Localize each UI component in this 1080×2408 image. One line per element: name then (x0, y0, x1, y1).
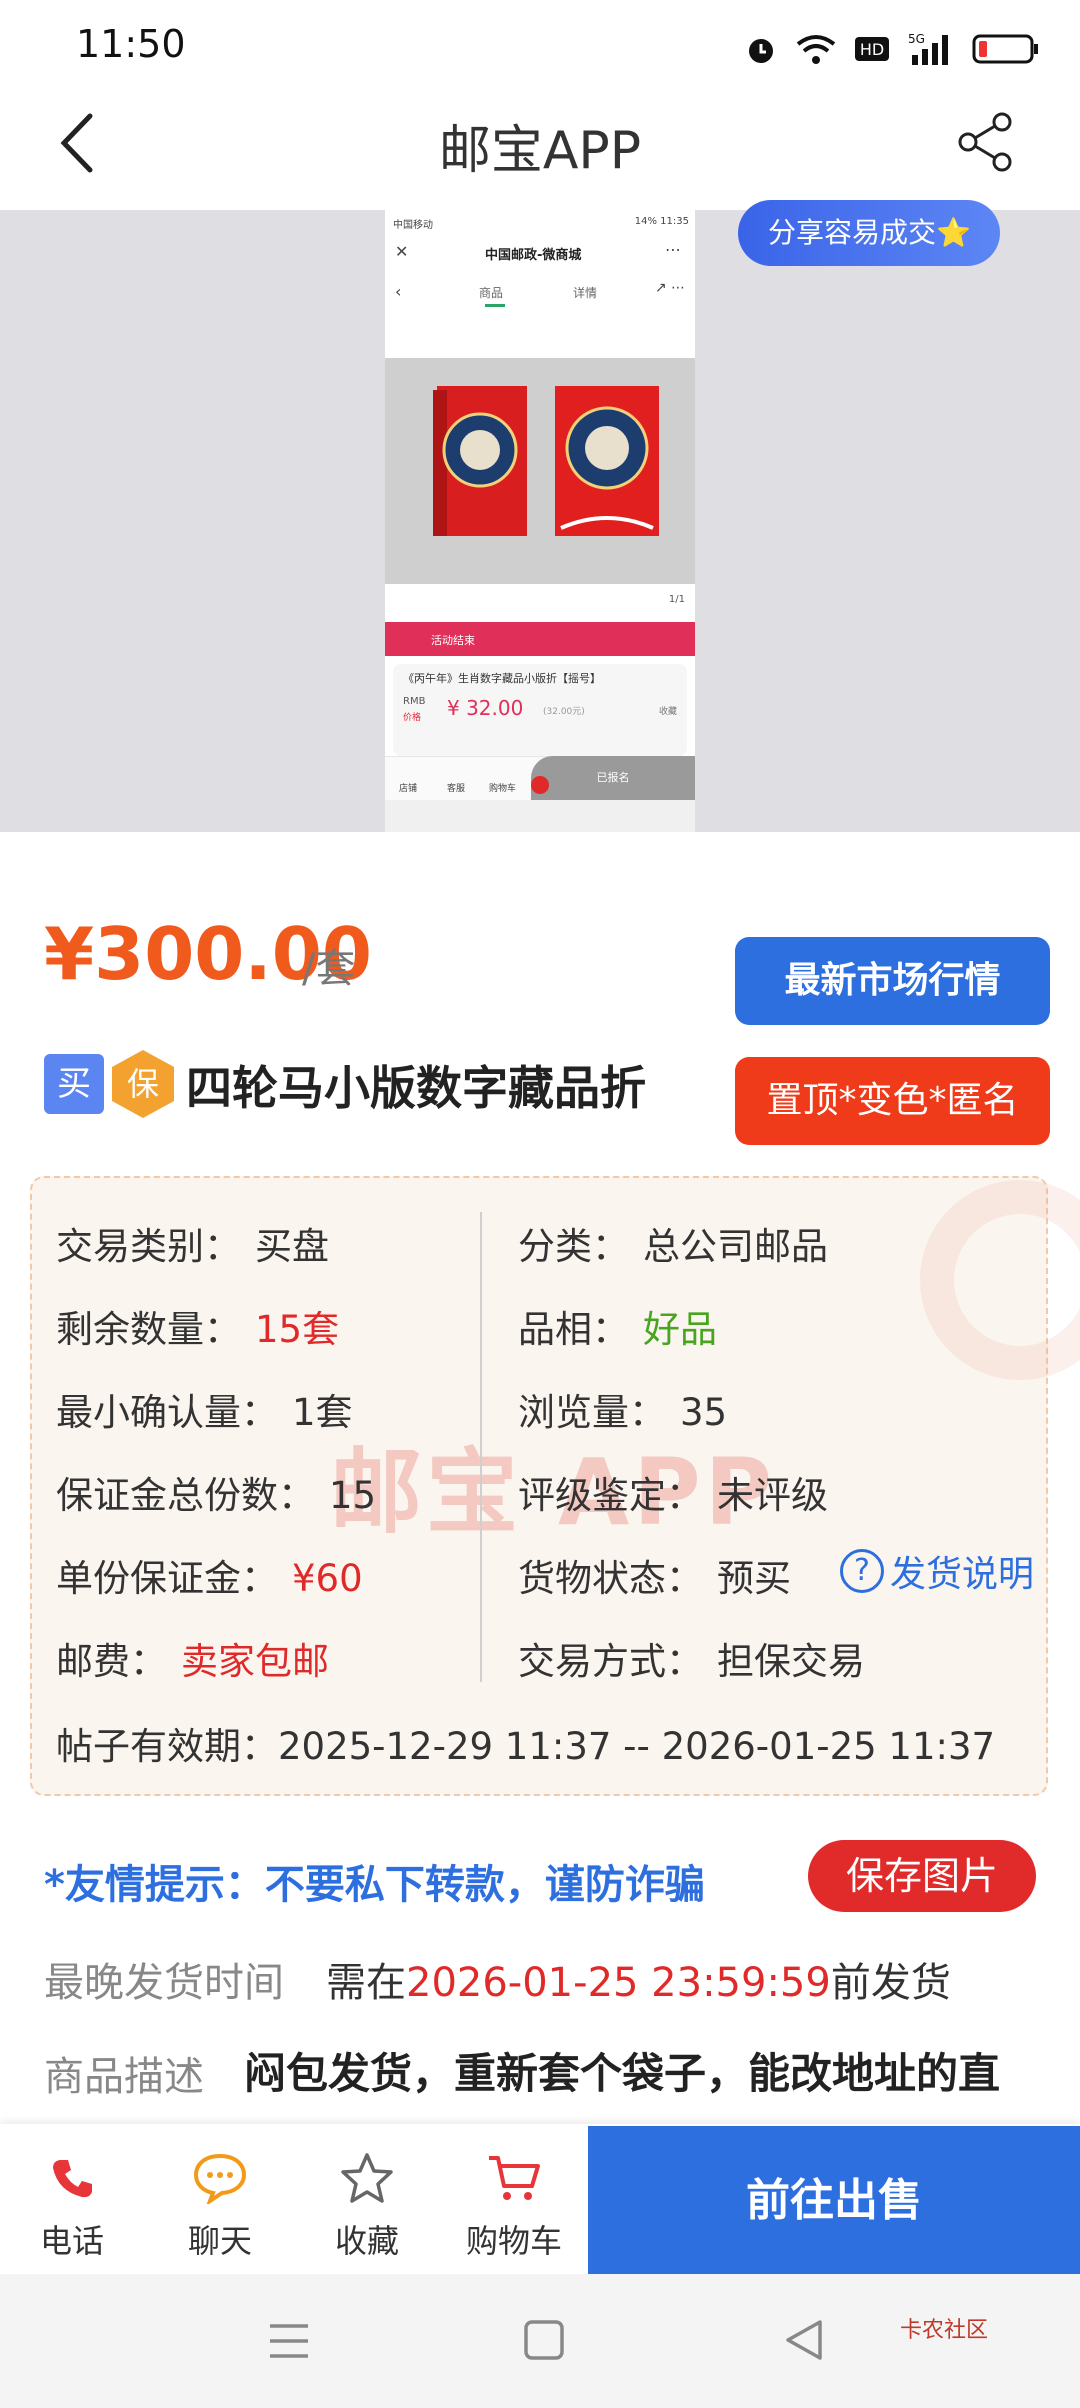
screenshot-currency: RMB (403, 696, 426, 707)
signal-5g-icon: 5G (908, 32, 948, 65)
info-validity: 帖子有效期：2025-12-29 11:37 -- 2026-01-25 11:… (56, 1725, 996, 1768)
watermark-logo: 卡农社区 (900, 2318, 989, 2343)
shipping-help-label: 发货说明 (890, 1554, 1035, 1595)
screenshot-cart: 购物车 (489, 784, 517, 794)
chat-icon (193, 2153, 247, 2204)
go-sell-button[interactable]: 前往出售 (588, 2126, 1080, 2276)
screenshot-back-icon: ‹ (395, 282, 402, 301)
phone-button[interactable]: 电话 (12, 2148, 132, 2262)
screenshot-nav-bar (385, 800, 695, 832)
screenshot-product-title: 《丙午年》生肖数字藏品小版折【摇号】 (403, 672, 601, 685)
info-trade-type: 交易类别： 买盘 (56, 1225, 329, 1268)
screenshot-service: 客服 (447, 784, 466, 794)
screenshot-enrolled: 已报名 (531, 756, 695, 800)
svg-text:5G: 5G (908, 32, 925, 46)
phone-label: 电话 (39, 2222, 104, 2260)
screenshot-mall-title: 中国邮政-微商城 (485, 248, 582, 263)
star-icon (341, 2153, 393, 2203)
info-min-confirm: 最小确认量： 1套 (56, 1391, 353, 1434)
screenshot-product-card: 《丙午年》生肖数字藏品小版折【摇号】 RMB 价格 ¥ 32.00 (32.00… (393, 664, 687, 756)
info-trade-method: 交易方式： 担保交易 (518, 1640, 865, 1683)
screenshot-tab-detail: 详情 (573, 286, 598, 300)
item-title: 四轮马小版数字藏品折 (186, 1061, 646, 1115)
alarm-icon (749, 39, 773, 63)
info-grading: 评级鉴定： 未评级 (518, 1474, 828, 1517)
question-icon: ? (840, 1549, 884, 1593)
info-postage: 邮费： 卖家包邮 (56, 1640, 329, 1683)
product-screenshot[interactable]: 中国移动 14% 11:35 ✕ 中国邮政-微商城 ⋯ ‹ 商品 详情 ↗ ⋯ … (385, 210, 695, 832)
status-icons: HD 5G (744, 24, 1040, 74)
info-category: 分类： 总公司邮品 (518, 1225, 828, 1268)
cart-label: 购物车 (465, 2222, 562, 2260)
screenshot-price-small: (32.00元) (543, 707, 585, 717)
screenshot-toolbar-icons: ↗ ⋯ (654, 280, 685, 296)
favorite-label: 收藏 (334, 2222, 399, 2260)
favorite-button[interactable]: 收藏 (307, 2148, 427, 2262)
status-time: 11:50 (76, 22, 186, 66)
share-badge[interactable]: 分享容易成交⭐ (738, 200, 1000, 266)
info-condition: 品相： 好品 (518, 1308, 717, 1351)
save-image-button[interactable]: 保存图片 (808, 1840, 1036, 1912)
page-title: 邮宝APP (438, 121, 642, 181)
info-remaining: 剩余数量： 15套 (56, 1308, 340, 1351)
screenshot-status: 14% 11:35 (634, 216, 689, 227)
home-icon[interactable] (522, 2318, 566, 2362)
ship-deadline-text: 需在2026-01-25 23:59:59前发货 (326, 1960, 951, 2006)
info-divider (480, 1212, 482, 1682)
phone-icon (53, 2160, 92, 2198)
svg-text:HD: HD (860, 40, 884, 59)
promote-button[interactable]: 置顶*变色*匿名 (735, 1057, 1050, 1145)
share-icon[interactable] (954, 110, 1018, 174)
guarantee-tag: 保 (112, 1050, 174, 1118)
buy-tag: 买 (44, 1054, 104, 1114)
chat-label: 聊天 (187, 2222, 252, 2260)
menu-icon[interactable] (266, 2320, 312, 2362)
screenshot-page-counter: 1/1 (668, 594, 685, 605)
market-info-button[interactable]: 最新市场行情 (735, 937, 1050, 1025)
info-views: 浏览量： 35 (518, 1391, 728, 1434)
screenshot-shop: 店铺 (399, 784, 418, 794)
screenshot-activity-bar: 活动结束 (385, 622, 695, 656)
info-goods-status: 货物状态： 预买 (518, 1557, 791, 1600)
ship-deadline-label: 最晚发货时间 (44, 1960, 284, 2006)
screenshot-tab-goods: 商品 (479, 286, 504, 300)
shipping-help-link[interactable]: ? 发货说明 (840, 1545, 1034, 1597)
hd-icon: HD (855, 37, 889, 61)
price-unit: /套 (302, 946, 356, 992)
screenshot-more-icon: ⋯ (665, 240, 681, 259)
screenshot-price: ¥ 32.00 (447, 696, 524, 720)
description-label: 商品描述 (44, 2054, 204, 2100)
fraud-notice: *友情提示：不要私下转款，谨防诈骗 (44, 1862, 705, 1908)
screenshot-close-icon: ✕ (395, 242, 409, 261)
screenshot-favorite: 收藏 (658, 707, 677, 717)
screenshot-carrier: 中国移动 (393, 220, 433, 231)
screenshot-product-photo (385, 358, 695, 584)
description-text: 闷包发货，重新套个袋子，能改地址的直 (244, 2049, 1001, 2098)
battery-icon (972, 34, 1038, 64)
screenshot-activity-text: 活动结束 (431, 634, 475, 647)
back-nav-icon[interactable] (782, 2318, 826, 2362)
info-deposit-unit: 单份保证金： ¥60 (56, 1557, 363, 1600)
wifi-icon (796, 35, 836, 64)
chat-button[interactable]: 聊天 (160, 2148, 280, 2262)
cart-button[interactable]: 购物车 (454, 2148, 574, 2262)
screenshot-price-label: 价格 (403, 713, 422, 723)
info-deposit-count: 保证金总份数： 15 (56, 1474, 377, 1517)
cart-icon (489, 2156, 540, 2200)
